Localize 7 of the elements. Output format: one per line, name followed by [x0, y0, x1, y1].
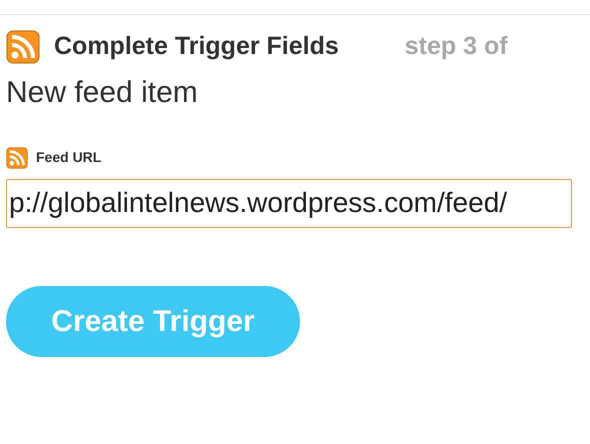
field-label: Feed URL — [36, 148, 102, 167]
url-field[interactable]: p://globalintelnews.wordpress.com/feed/ — [6, 178, 572, 228]
rss-icon — [6, 146, 28, 168]
step-indicator: step 3 of — [404, 31, 508, 62]
trigger-subtitle: New feed item — [6, 74, 199, 110]
rss-icon — [6, 30, 40, 64]
page-title: Complete Trigger Fields — [54, 31, 339, 62]
